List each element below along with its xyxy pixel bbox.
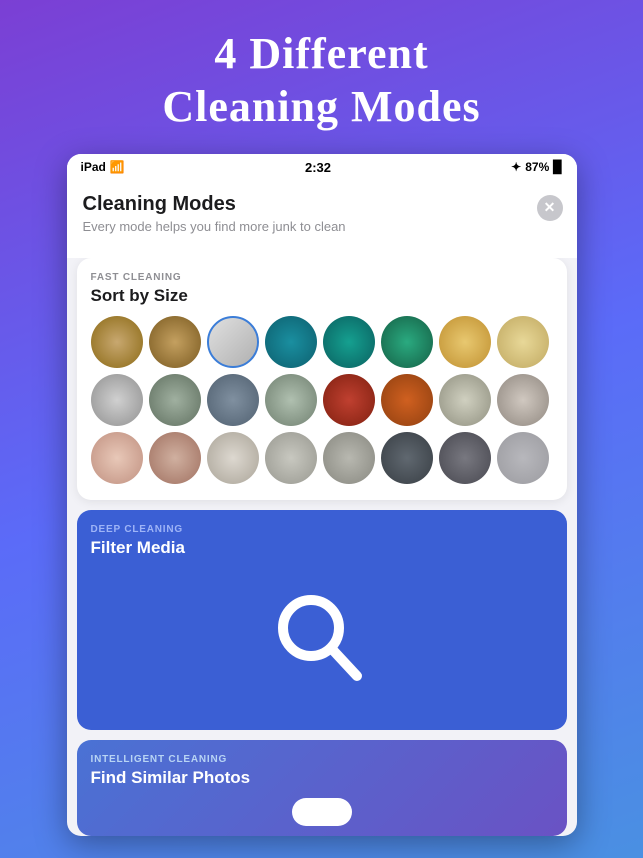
photo-17[interactable] <box>497 374 549 426</box>
photo-20[interactable] <box>149 432 201 484</box>
photo-25[interactable] <box>439 432 491 484</box>
photo-row-1 <box>91 316 553 368</box>
device-label: iPad <box>81 160 106 174</box>
battery-icon: ▉ <box>553 160 562 174</box>
fast-cleaning-card: FAST CLEANING Sort by Size <box>77 258 567 500</box>
search-pill[interactable] <box>292 798 352 826</box>
search-icon-container <box>91 568 553 730</box>
app-title: Cleaning Modes <box>83 193 561 216</box>
app-header: Cleaning Modes Every mode helps you find… <box>67 181 577 258</box>
search-icon <box>267 584 377 694</box>
app-subtitle: Every mode helps you find more junk to c… <box>83 219 561 234</box>
close-button[interactable]: ✕ <box>537 195 563 221</box>
status-time: 2:32 <box>305 160 331 175</box>
photo-2[interactable] <box>149 316 201 368</box>
intelligent-cleaning-title: Find Similar Photos <box>91 768 553 788</box>
bottom-search-area <box>91 798 553 826</box>
photo-24[interactable] <box>381 432 433 484</box>
intelligent-cleaning-card: INTELLIGENT CLEANING Find Similar Photos <box>77 740 567 836</box>
photo-8[interactable] <box>497 316 549 368</box>
photo-7[interactable] <box>439 316 491 368</box>
fast-cleaning-label: FAST CLEANING <box>91 272 553 283</box>
close-icon: ✕ <box>544 199 556 216</box>
deep-cleaning-title: Filter Media <box>91 538 553 558</box>
photo-26-partial[interactable] <box>497 432 549 484</box>
photo-16[interactable] <box>439 374 491 426</box>
app-store-header: 4 Different Cleaning Modes <box>0 0 643 154</box>
device-frame: iPad 📶 2:32 ✦ 87% ▉ Cleaning Modes Every… <box>67 154 577 836</box>
photo-1[interactable] <box>91 316 143 368</box>
intelligent-cleaning-label: INTELLIGENT CLEANING <box>91 754 553 765</box>
wifi-icon: 📶 <box>110 160 125 174</box>
photo-5[interactable] <box>323 316 375 368</box>
photo-13[interactable] <box>265 374 317 426</box>
photo-12[interactable] <box>207 374 259 426</box>
photo-3-selected[interactable] <box>207 316 259 368</box>
photo-10[interactable] <box>91 374 143 426</box>
deep-cleaning-card: DEEP CLEANING Filter Media <box>77 510 567 730</box>
deep-cleaning-label: DEEP CLEANING <box>91 524 553 535</box>
photo-15[interactable] <box>381 374 433 426</box>
photo-21[interactable] <box>207 432 259 484</box>
photo-6[interactable] <box>381 316 433 368</box>
photo-row-3 <box>91 432 553 484</box>
photo-4[interactable] <box>265 316 317 368</box>
header-title: 4 Different Cleaning Modes <box>40 28 603 134</box>
battery-level: 87% <box>525 160 549 174</box>
photo-14[interactable] <box>323 374 375 426</box>
status-bar: iPad 📶 2:32 ✦ 87% ▉ <box>67 154 577 181</box>
bluetooth-icon: ✦ <box>511 160 521 174</box>
photo-23[interactable] <box>323 432 375 484</box>
fast-cleaning-title: Sort by Size <box>91 286 553 306</box>
photo-19[interactable] <box>91 432 143 484</box>
photo-row-2 <box>91 374 553 426</box>
photo-22[interactable] <box>265 432 317 484</box>
photo-11[interactable] <box>149 374 201 426</box>
